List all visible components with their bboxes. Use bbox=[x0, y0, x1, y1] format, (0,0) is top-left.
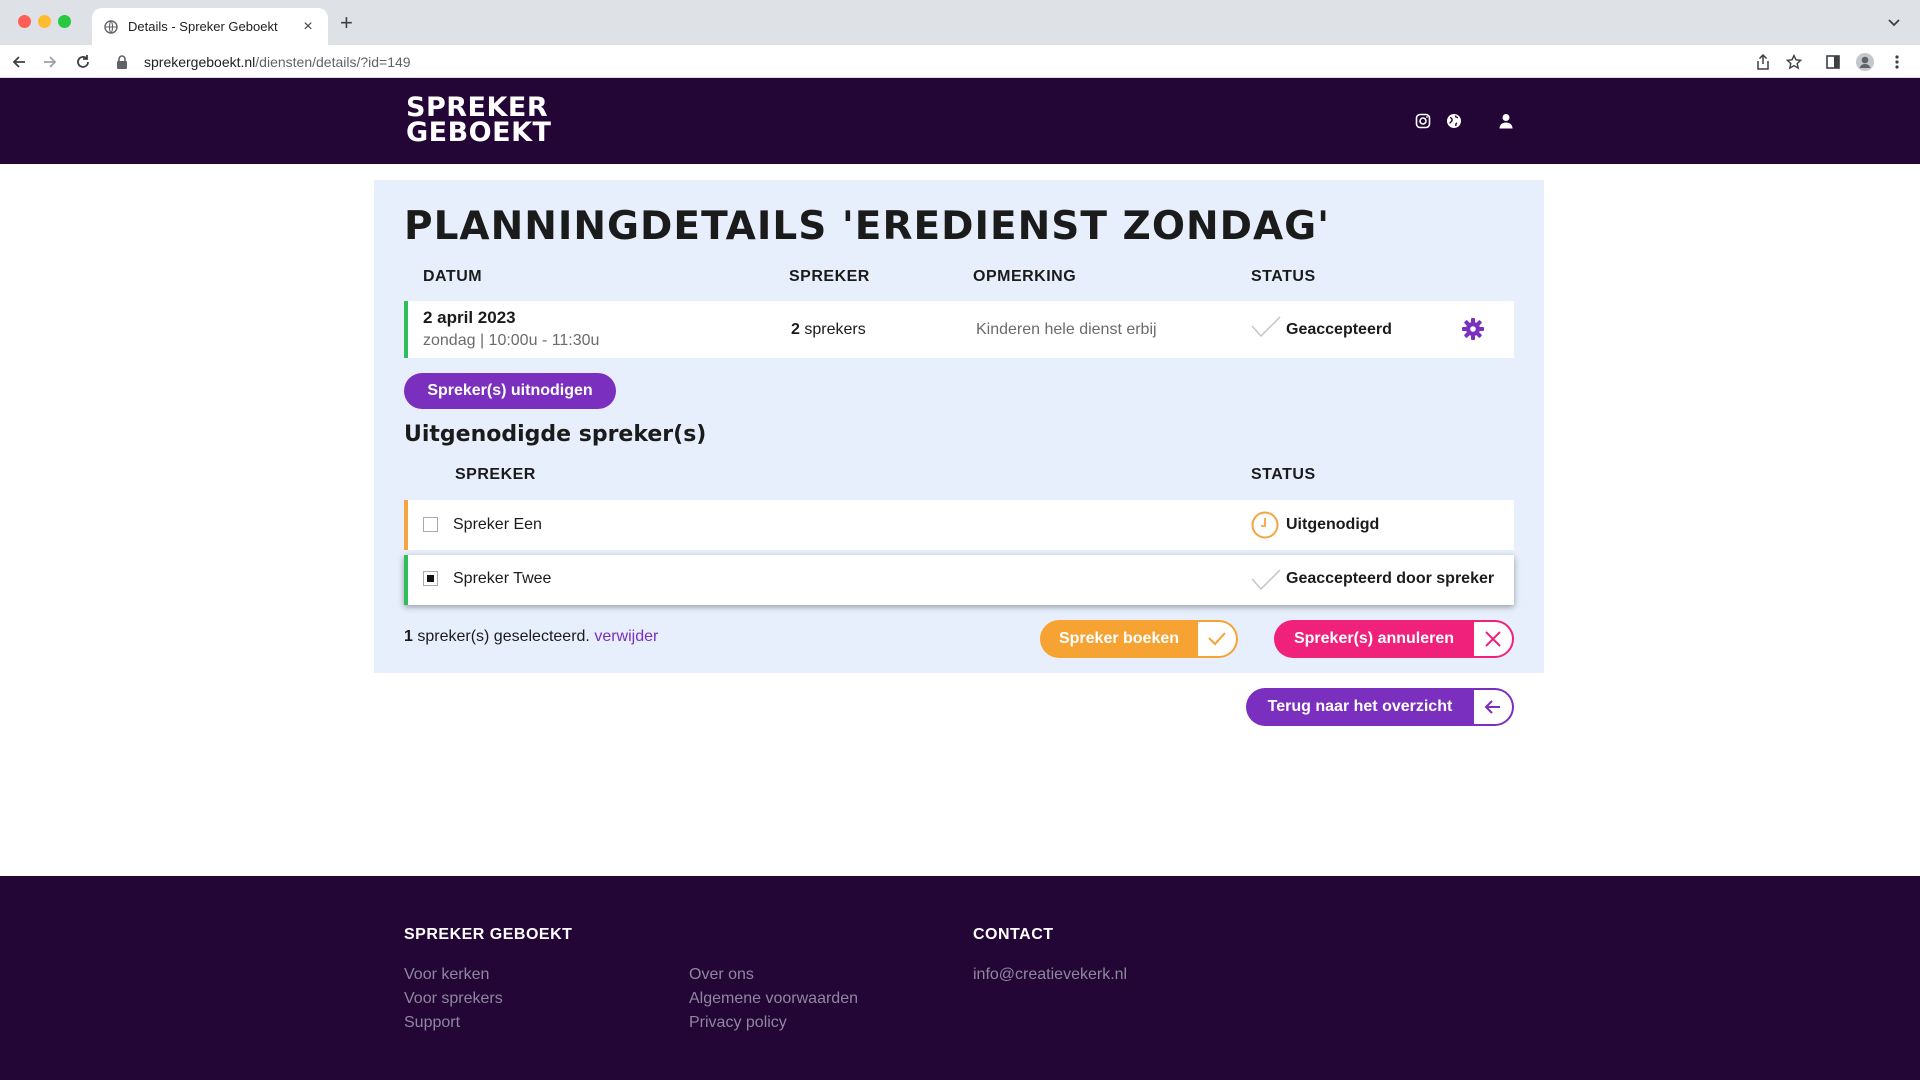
speaker-checkbox-twee[interactable] bbox=[423, 571, 438, 586]
cancel-speakers-label: Spreker(s) annuleren bbox=[1293, 630, 1455, 647]
bookmark-star-icon[interactable] bbox=[1783, 51, 1805, 73]
footer-link-voor-sprekers[interactable]: Voor sprekers bbox=[404, 990, 503, 1008]
planning-time: zondag | 10:00u - 11:30u bbox=[423, 332, 600, 349]
site-logo[interactable]: SPREKER GEBOEKT bbox=[406, 94, 552, 148]
column-header-datum: DATUM bbox=[423, 268, 483, 285]
column-header-status: STATUS bbox=[1251, 268, 1316, 285]
site-footer: SPREKER GEBOEKT CONTACT Voor kerken Voor… bbox=[0, 876, 1920, 1080]
invited-speaker-status: Geaccepteerd door spreker bbox=[1286, 570, 1495, 587]
globe-language-icon[interactable] bbox=[1445, 112, 1463, 130]
column-header-opmerking: OPMERKING bbox=[973, 268, 1077, 285]
book-speaker-label: Spreker boeken bbox=[1058, 630, 1180, 647]
selection-summary: 1 spreker(s) geselecteerd. verwijder bbox=[404, 628, 659, 645]
close-x-icon bbox=[1474, 622, 1512, 656]
planning-speaker-count: 2 sprekers bbox=[791, 321, 866, 338]
invited-column-header-spreker: SPREKER bbox=[455, 466, 536, 483]
check-icon bbox=[1251, 316, 1281, 343]
planning-date: 2 april 2023 bbox=[423, 308, 516, 327]
footer-brand-heading: SPREKER GEBOEKT bbox=[404, 926, 573, 943]
speaker-checkbox-een[interactable] bbox=[423, 517, 438, 532]
footer-link-over-ons[interactable]: Over ons bbox=[689, 966, 754, 984]
back-to-overview-button[interactable]: Terug naar het overzicht bbox=[1246, 688, 1514, 726]
reload-icon[interactable] bbox=[72, 51, 94, 73]
invited-column-header-status: STATUS bbox=[1251, 466, 1316, 483]
invited-section-title: Uitgenodigde spreker(s) bbox=[404, 422, 707, 447]
column-header-spreker: SPREKER bbox=[789, 268, 870, 285]
cancel-speakers-button[interactable]: Spreker(s) annuleren bbox=[1274, 620, 1514, 658]
tab-close-icon[interactable]: × bbox=[300, 18, 316, 36]
url-domain: sprekergeboekt.nl bbox=[144, 54, 256, 70]
window-minimize-button[interactable] bbox=[38, 15, 51, 28]
invited-speaker-status: Uitgenodigd bbox=[1286, 516, 1380, 533]
invite-speakers-button[interactable]: Spreker(s) uitnodigen bbox=[404, 373, 616, 409]
window-close-button[interactable] bbox=[18, 15, 31, 28]
arrow-left-icon bbox=[1474, 690, 1512, 724]
footer-link-algemene-voorwaarden[interactable]: Algemene voorwaarden bbox=[689, 990, 858, 1008]
browser-tab-bar: Details - Spreker Geboekt × + bbox=[0, 0, 1920, 45]
lock-icon bbox=[116, 55, 130, 69]
footer-link-support[interactable]: Support bbox=[404, 1014, 460, 1032]
footer-link-voor-kerken[interactable]: Voor kerken bbox=[404, 966, 489, 984]
window-maximize-button[interactable] bbox=[58, 15, 71, 28]
back-to-overview-label: Terug naar het overzicht bbox=[1267, 698, 1453, 715]
book-speaker-button[interactable]: Spreker boeken bbox=[1040, 620, 1238, 658]
address-bar[interactable]: sprekergeboekt.nl/diensten/details/?id=1… bbox=[108, 49, 1760, 75]
tab-title: Details - Spreker Geboekt bbox=[128, 19, 278, 34]
url-path: /diensten/details/?id=149 bbox=[255, 54, 411, 70]
footer-contact-heading: CONTACT bbox=[973, 926, 1054, 943]
browser-toolbar: sprekergeboekt.nl/diensten/details/?id=1… bbox=[0, 45, 1920, 78]
forward-arrow-icon[interactable] bbox=[39, 51, 61, 73]
back-arrow-icon[interactable] bbox=[8, 51, 30, 73]
footer-contact-email[interactable]: info@creatievekerk.nl bbox=[973, 966, 1127, 984]
planning-remark: Kinderen hele dienst erbij bbox=[976, 321, 1157, 338]
check-icon bbox=[1251, 569, 1281, 596]
browser-menu-icon[interactable] bbox=[1886, 51, 1908, 73]
new-tab-button[interactable]: + bbox=[340, 12, 353, 34]
clock-icon bbox=[1251, 511, 1279, 544]
footer-link-privacy-policy[interactable]: Privacy policy bbox=[689, 1014, 787, 1032]
logo-line-2: GEBOEKT bbox=[406, 117, 552, 148]
invited-speaker-name: Spreker Twee bbox=[453, 570, 552, 587]
chevron-down-icon[interactable] bbox=[1886, 14, 1902, 30]
planning-status: Geaccepteerd bbox=[1286, 321, 1392, 338]
remove-selection-link[interactable]: verwijder bbox=[594, 628, 658, 645]
user-account-icon[interactable] bbox=[1497, 112, 1515, 130]
profile-avatar-icon[interactable] bbox=[1854, 51, 1876, 73]
page-title: PLANNINGDETAILS 'EREDIENST ZONDAG' bbox=[404, 204, 1331, 249]
checkmark-icon bbox=[1198, 622, 1236, 656]
site-header: SPREKER GEBOEKT bbox=[0, 78, 1920, 164]
share-icon[interactable] bbox=[1752, 51, 1774, 73]
settings-gear-icon[interactable] bbox=[1461, 317, 1485, 346]
invited-speaker-name: Spreker Een bbox=[453, 516, 542, 533]
invite-speakers-label: Spreker(s) uitnodigen bbox=[427, 382, 593, 399]
globe-icon bbox=[104, 19, 118, 34]
browser-tab[interactable]: Details - Spreker Geboekt × bbox=[92, 8, 328, 45]
side-panel-icon[interactable] bbox=[1822, 51, 1844, 73]
instagram-icon[interactable] bbox=[1414, 112, 1432, 130]
